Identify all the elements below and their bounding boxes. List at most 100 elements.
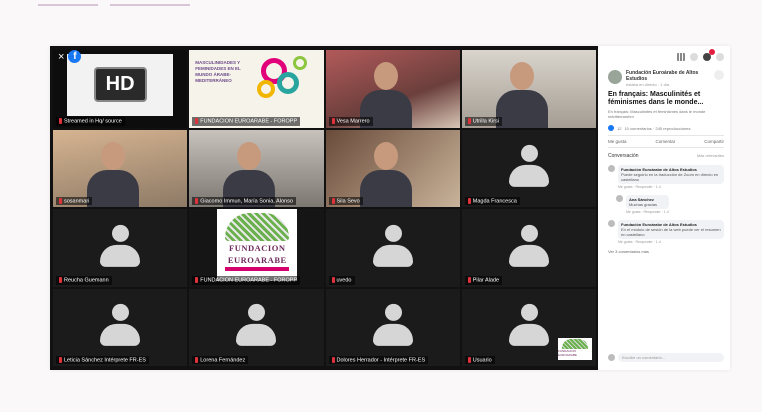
participant-tile[interactable]: FUNDACION EUROARABE Usuario bbox=[461, 288, 596, 366]
poster-title: MASCULINIDADES Y FEMINIDADES EN EL MUNDO… bbox=[195, 60, 241, 83]
participant-name: Leticia Sánchez Intérprete FR-ES bbox=[64, 357, 146, 363]
share-button[interactable]: Compartir bbox=[704, 139, 724, 144]
participant-tile[interactable]: Leticia Sánchez Intérprete FR-ES bbox=[53, 288, 188, 366]
fundacion-logo: FUNDACION EUROARABE bbox=[217, 209, 298, 281]
participant-name: Vesa Marrero bbox=[336, 118, 370, 125]
person-head bbox=[373, 62, 398, 90]
notification-badge bbox=[709, 49, 715, 55]
participant-tile[interactable]: MASCULINIDADES Y FEMINIDADES EN EL MUNDO… bbox=[189, 50, 324, 128]
comment-composer: Escribe un comentario... bbox=[608, 353, 724, 362]
post-description: En français: Masculinités et féminismes … bbox=[608, 109, 706, 119]
like-reaction-icon bbox=[608, 125, 614, 131]
engagement-stats[interactable]: 10 comentarios · 245 reproducciones bbox=[624, 126, 690, 131]
muted-mic-icon bbox=[467, 356, 471, 363]
participant-tile[interactable]: Giacomo Immun, María Sonia, Alonso bbox=[189, 129, 324, 207]
mini-logo-text: FUNDACION EUROARABE bbox=[558, 349, 577, 357]
camera-video bbox=[189, 129, 324, 207]
page-name[interactable]: Fundación Euroárabe de Altos Estudios bbox=[626, 70, 710, 82]
background-stripe bbox=[110, 4, 190, 6]
page-avatar[interactable] bbox=[608, 70, 622, 84]
comment-actions[interactable]: Me gusta · Responder · 1 d bbox=[618, 185, 724, 189]
avatar-body bbox=[372, 324, 413, 347]
comment-input[interactable]: Escribe un comentario... bbox=[618, 353, 724, 362]
comment: Ana Sánchez Muchas gracias Me gusta · Re… bbox=[616, 195, 724, 214]
page-header: Fundación Euroárabe de Altos Estudios es… bbox=[608, 70, 724, 87]
camera-video bbox=[53, 129, 188, 207]
participant-name: FUNDACION EUROARABE - FOROPP bbox=[200, 118, 298, 125]
muted-mic-icon bbox=[195, 277, 199, 284]
participant-tile[interactable]: Vesa Marrero bbox=[325, 50, 460, 128]
comment-actions[interactable]: Me gusta · Responder · 1 d bbox=[618, 240, 724, 244]
participant-tile[interactable]: Lorena Fernández bbox=[189, 288, 324, 366]
more-comments-link[interactable]: Ver 3 comentarios más bbox=[608, 249, 724, 254]
comment-bubble: Ana Sánchez Muchas gracias bbox=[626, 195, 669, 209]
participant-tile[interactable]: Utrilla Kirsi bbox=[461, 50, 596, 128]
close-icon[interactable]: × bbox=[58, 51, 64, 63]
commenter-avatar[interactable] bbox=[608, 165, 615, 172]
muted-mic-icon bbox=[59, 197, 62, 204]
avatar-body bbox=[508, 324, 549, 347]
person-body bbox=[495, 90, 548, 128]
participant-name: Lorena Fernández bbox=[200, 357, 246, 363]
participant-tile[interactable]: Sila Sevo bbox=[325, 129, 460, 207]
comment: Fundación Euroárabe de Altos Estudios En… bbox=[608, 220, 724, 244]
participant-tile[interactable]: FUNDACION EUROARABE FUNDACION EUROARABE - … bbox=[189, 209, 324, 287]
participant-tile[interactable]: Pilar Alade bbox=[461, 209, 596, 287]
avatar-head bbox=[520, 145, 538, 163]
avatar-head bbox=[384, 224, 402, 242]
commenter-avatar[interactable] bbox=[616, 195, 623, 202]
participant-tile[interactable]: Reucha Guemann bbox=[53, 209, 188, 287]
participant-name: Streamed in Hq/ source bbox=[64, 118, 122, 125]
avatar-head bbox=[248, 304, 266, 322]
poster-circle bbox=[257, 80, 276, 98]
like-button[interactable]: Me gusta bbox=[608, 139, 627, 144]
mini-logo-graphic bbox=[562, 339, 588, 349]
participant-tile[interactable]: uvedo bbox=[325, 209, 460, 287]
logo-line-1: FUNDACION bbox=[229, 243, 286, 253]
comment-bubble: Fundación Euroárabe de Altos Estudios Pu… bbox=[618, 165, 724, 184]
participant-name: Usuario bbox=[472, 357, 492, 363]
muted-mic-icon bbox=[195, 118, 199, 125]
my-avatar bbox=[608, 354, 615, 361]
participant-name: Reucha Guemann bbox=[64, 277, 109, 284]
comment-button[interactable]: Comentar bbox=[655, 139, 675, 144]
comment-actions[interactable]: Me gusta · Responder · 1 d bbox=[626, 210, 669, 214]
participant-name-label: Reucha Guemann bbox=[56, 276, 112, 285]
apps-grid-icon[interactable] bbox=[677, 53, 685, 61]
poster-circle bbox=[293, 56, 308, 70]
notifications-icon[interactable] bbox=[703, 49, 715, 61]
participant-name: Giacomo Immun, María Sonia, Alonso bbox=[200, 198, 293, 204]
comment-text: Muchas gracias bbox=[629, 202, 658, 207]
avatar-head bbox=[112, 224, 130, 242]
participant-name-label: Usuario bbox=[464, 355, 495, 364]
default-avatar-icon bbox=[508, 304, 549, 347]
participant-name-label: Sila Sevo bbox=[328, 196, 363, 205]
muted-mic-icon bbox=[59, 356, 62, 363]
participant-name-label: FUNDACION EUROARABE - FOROPP bbox=[192, 117, 301, 126]
person-body bbox=[87, 169, 139, 207]
participant-name-label: uvedo bbox=[328, 276, 355, 285]
participant-tile[interactable]: Dolores Herrador - Intérprete FR-ES bbox=[325, 288, 460, 366]
comment: Fundación Euroárabe de Altos Estudios Pu… bbox=[608, 165, 724, 189]
background-stripe bbox=[38, 4, 98, 6]
muted-mic-icon bbox=[59, 277, 62, 284]
hd-label: HD bbox=[93, 67, 147, 103]
participant-name-label: Giacomo Immun, María Sonia, Alonso bbox=[192, 196, 296, 205]
more-options-icon[interactable] bbox=[714, 70, 724, 80]
facebook-live-panel: Fundación Euroárabe de Altos Estudios es… bbox=[602, 46, 730, 370]
participant-tile[interactable]: Magda Francesca bbox=[461, 129, 596, 207]
sort-dropdown[interactable]: Más relevantes bbox=[697, 153, 724, 159]
default-avatar-icon bbox=[508, 224, 549, 267]
participant-name: uvedo bbox=[336, 277, 352, 284]
messenger-icon[interactable] bbox=[690, 53, 698, 61]
avatar-body bbox=[508, 244, 549, 267]
muted-mic-icon bbox=[467, 197, 471, 204]
participant-name-label: Utrilla Kirsi bbox=[464, 117, 503, 126]
participant-name-label: Leticia Sánchez Intérprete FR-ES bbox=[56, 355, 149, 364]
muted-mic-icon bbox=[467, 277, 471, 284]
account-menu-icon[interactable] bbox=[716, 53, 724, 61]
muted-mic-icon bbox=[331, 277, 335, 284]
participant-tile[interactable]: sosanmari bbox=[53, 129, 188, 207]
commenter-avatar[interactable] bbox=[608, 220, 615, 227]
reaction-count[interactable]: 12 bbox=[617, 126, 621, 131]
